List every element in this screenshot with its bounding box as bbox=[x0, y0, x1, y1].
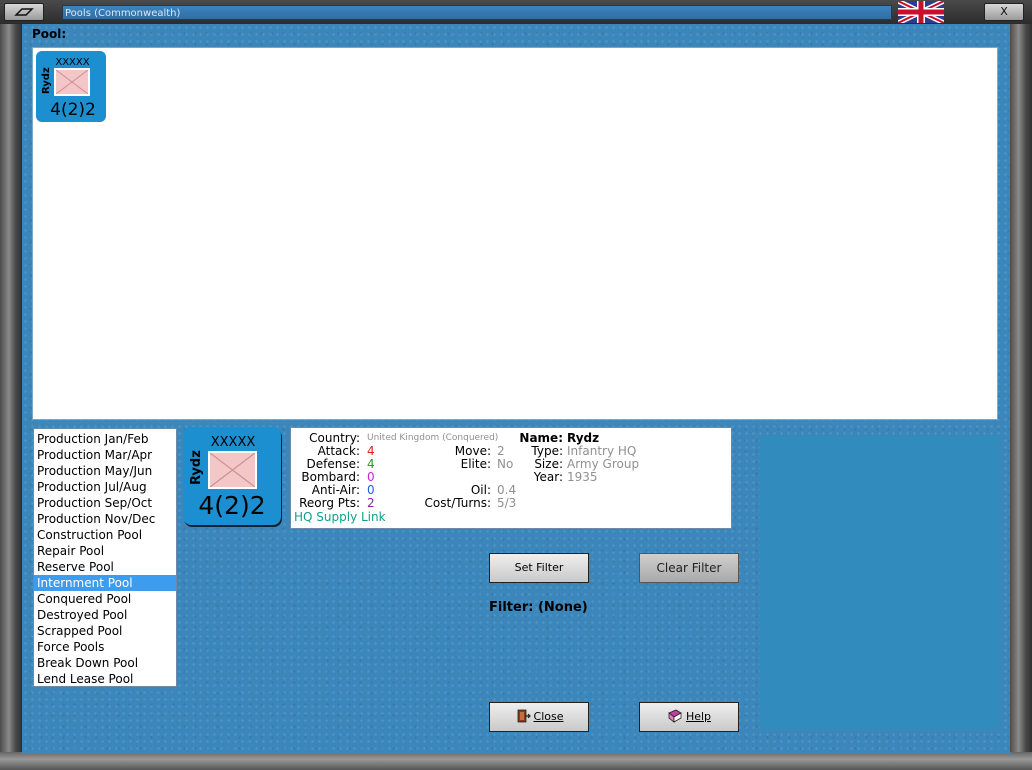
name-value: Rydz bbox=[567, 431, 600, 445]
antiair-label: Anti-Air: bbox=[311, 483, 360, 497]
cost-value: 5/3 bbox=[497, 496, 517, 510]
pool-list-item[interactable]: Reserve Pool bbox=[34, 559, 176, 575]
attack-value: 4 bbox=[367, 444, 375, 458]
pool-list-item[interactable]: Production Nov/Dec bbox=[34, 511, 176, 527]
frame-left bbox=[0, 24, 22, 754]
pool-list-item[interactable]: Destroyed Pool bbox=[34, 607, 176, 623]
pool-area: XXXXX Rydz 4(2)2 bbox=[32, 47, 998, 420]
close-button[interactable]: Close bbox=[489, 702, 589, 732]
name-label: Name: bbox=[519, 431, 563, 445]
selected-unit-name: Rydz bbox=[189, 450, 204, 485]
size-label: Size: bbox=[534, 457, 563, 471]
elite-value: No bbox=[497, 457, 514, 471]
cost-label: Cost/Turns: bbox=[424, 496, 491, 510]
move-value: 2 bbox=[497, 444, 505, 458]
selected-unit-strength: 4(2)2 bbox=[198, 491, 266, 520]
country-value: United Kingdom (Conquered) bbox=[367, 433, 499, 443]
minimize-button[interactable] bbox=[4, 3, 44, 21]
elite-label: Elite: bbox=[460, 457, 491, 471]
year-label: Year: bbox=[533, 470, 563, 484]
antiair-value: 0 bbox=[367, 483, 375, 497]
pool-list-item[interactable]: Production Mar/Apr bbox=[34, 447, 176, 463]
type-value: Infantry HQ bbox=[567, 444, 637, 458]
frame-bottom bbox=[0, 752, 1032, 770]
bombard-label: Bombard: bbox=[301, 470, 360, 484]
reorg-label: Reorg Pts: bbox=[299, 496, 360, 510]
hq-supply-link: HQ Supply Link bbox=[294, 510, 386, 524]
minimize-icon bbox=[14, 8, 34, 16]
help-button-label: Help bbox=[685, 710, 712, 723]
counter-name: Rydz bbox=[41, 67, 52, 94]
pool-label: Pool: bbox=[32, 27, 67, 41]
help-button[interactable]: Help bbox=[639, 702, 739, 732]
window-close-button[interactable]: X bbox=[984, 3, 1024, 21]
right-panel bbox=[760, 435, 1000, 729]
pool-list-item[interactable]: Break Down Pool bbox=[34, 655, 176, 671]
clear-filter-button[interactable]: Clear Filter bbox=[639, 553, 739, 583]
counter-symbol-icon bbox=[54, 68, 90, 96]
reorg-value: 2 bbox=[367, 496, 375, 510]
year-value: 1935 bbox=[567, 470, 598, 484]
selected-unit-counter: XXXXX Rydz 4(2)2 bbox=[183, 427, 281, 525]
pool-list-item[interactable]: Lend Lease Pool bbox=[34, 671, 176, 687]
pool-list-item[interactable]: Production Sep/Oct bbox=[34, 495, 176, 511]
unit-symbol-icon bbox=[208, 451, 257, 489]
selected-unit-size: XXXXX bbox=[210, 435, 256, 450]
defense-label: Defense: bbox=[306, 457, 360, 471]
counter-size: XXXXX bbox=[55, 57, 90, 68]
pool-list-item[interactable]: Scrapped Pool bbox=[34, 623, 176, 639]
country-label: Country: bbox=[309, 431, 360, 445]
move-label: Move: bbox=[454, 444, 491, 458]
bombard-value: 0 bbox=[367, 470, 375, 484]
oil-value: 0.4 bbox=[497, 483, 517, 497]
filter-status: Filter: (None) bbox=[489, 600, 588, 615]
close-icon: X bbox=[1000, 5, 1008, 18]
set-filter-button[interactable]: Set Filter bbox=[489, 553, 589, 583]
pool-list-item[interactable]: Production Jan/Feb bbox=[34, 431, 176, 447]
door-exit-icon bbox=[517, 709, 531, 723]
type-label: Type: bbox=[531, 444, 563, 458]
window-title: Pools (Commonwealth) bbox=[62, 5, 892, 20]
pool-list-item[interactable]: Construction Pool bbox=[34, 527, 176, 543]
pool-list-item[interactable]: Force Pools bbox=[34, 639, 176, 655]
pool-list-item[interactable]: Internment Pool bbox=[34, 575, 176, 591]
attack-label: Attack: bbox=[317, 444, 360, 458]
title-bar: Pools (Commonwealth) X bbox=[0, 0, 1032, 26]
frame-right bbox=[1010, 24, 1032, 754]
unit-info-panel: Country: United Kingdom (Conquered) Atta… bbox=[290, 427, 732, 529]
counter-strength: 4(2)2 bbox=[50, 100, 96, 120]
help-book-icon bbox=[668, 709, 682, 723]
oil-label: Oil: bbox=[470, 483, 491, 497]
pool-list-item[interactable]: Repair Pool bbox=[34, 543, 176, 559]
pool-list-item[interactable]: Production May/Jun bbox=[34, 463, 176, 479]
pool-list-item[interactable]: Production Jul/Aug bbox=[34, 479, 176, 495]
pool-list[interactable]: Production Jan/Feb Production Mar/Apr Prod… bbox=[33, 428, 177, 687]
defense-value: 4 bbox=[367, 457, 375, 471]
uk-flag-icon bbox=[896, 0, 946, 26]
close-button-label: Close bbox=[533, 710, 564, 723]
size-value: Army Group bbox=[567, 457, 640, 471]
pool-unit-counter[interactable]: XXXXX Rydz 4(2)2 bbox=[36, 51, 106, 122]
pool-list-item[interactable]: Conquered Pool bbox=[34, 591, 176, 607]
